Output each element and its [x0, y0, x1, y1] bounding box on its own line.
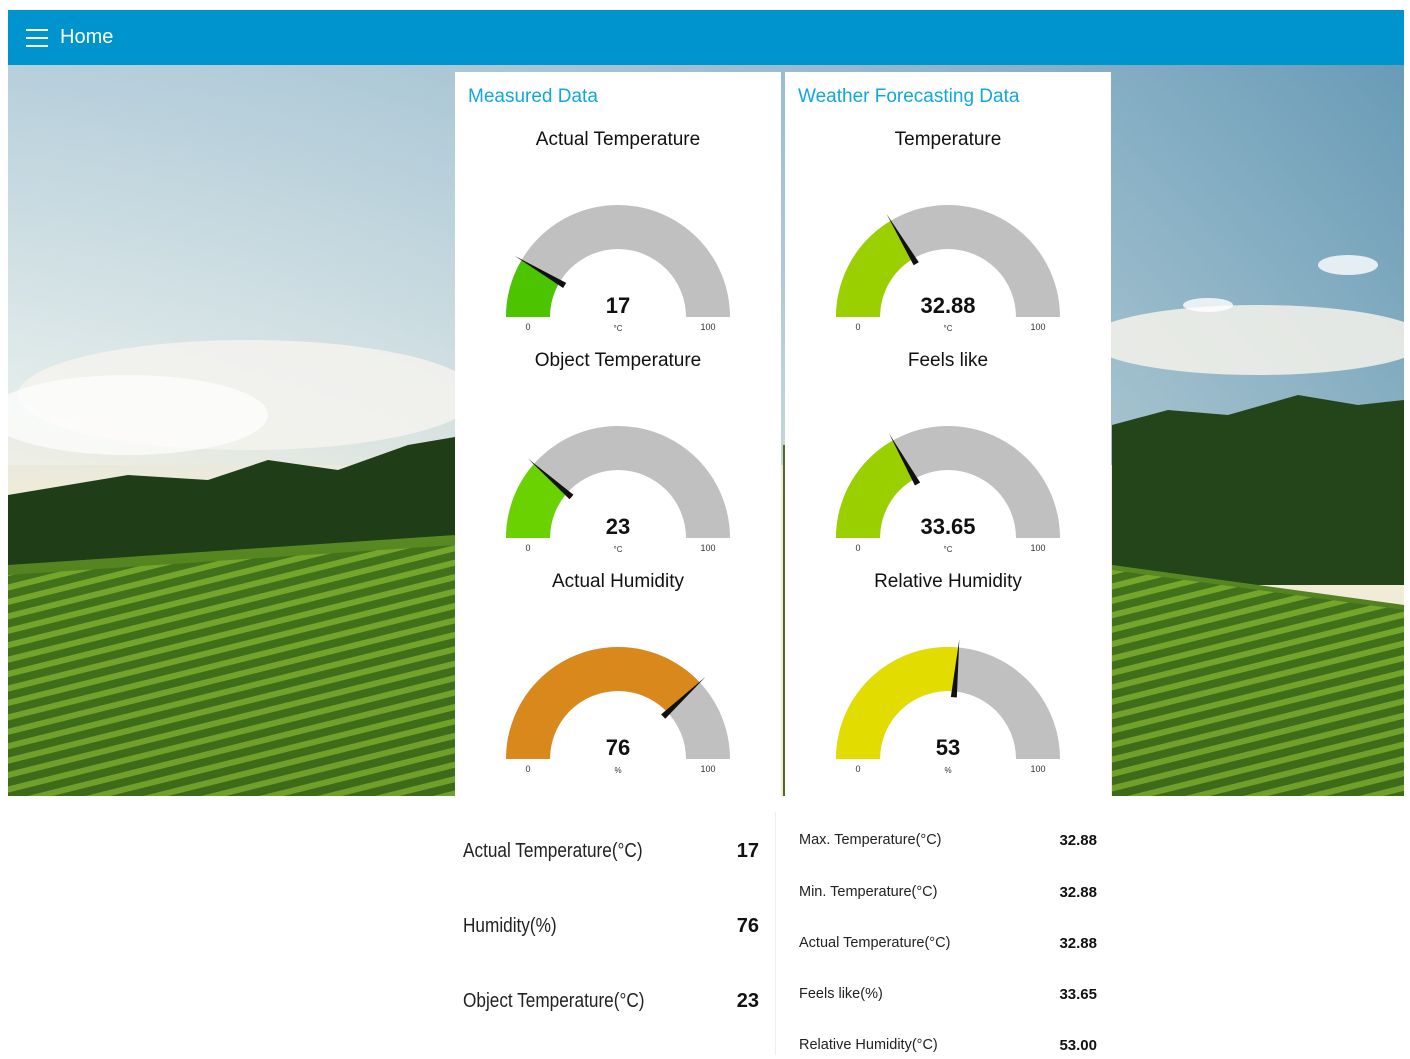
table-row: Min. Temperature(°C) 32.88: [799, 878, 1099, 906]
gauge-unit: °C: [614, 324, 623, 333]
gauge-fill: [506, 647, 700, 759]
row-value: 33.65: [1059, 985, 1097, 1003]
gauge-min-label: 0: [525, 322, 530, 332]
gauge-title: Object Temperature: [534, 350, 702, 371]
row-value: 17: [736, 839, 759, 862]
forecast-data-card: Weather Forecasting Data Temperature 32.8…: [785, 72, 1111, 796]
row-label: Feels like(%): [799, 986, 883, 1002]
gauge-actual-humidity: Actual Humidity 76% 0 100: [455, 571, 781, 775]
table-row: Actual Temperature(°C) 32.88: [799, 929, 1099, 957]
gauge-min-label: 0: [855, 322, 860, 332]
gauge-feels-like: Feels like 33.65 °C 0 100: [785, 350, 1111, 554]
gauge-value: 17: [606, 293, 630, 318]
row-label: Max. Temperature(°C): [799, 832, 942, 848]
row-value: 32.88: [1059, 831, 1097, 849]
page-title: Home: [60, 26, 114, 48]
card-title: Measured Data: [468, 86, 598, 107]
row-label: Min. Temperature(°C): [799, 884, 938, 900]
row-value: 32.88: [1059, 934, 1097, 952]
gauge-title: Actual Temperature: [535, 129, 701, 150]
gauge-max-label: 100: [700, 764, 715, 774]
gauge-title: Actual Humidity: [552, 571, 684, 592]
gauge-min-label: 0: [855, 764, 860, 774]
row-value: 76: [736, 914, 759, 937]
row-label: Object Temperature(°C): [463, 989, 645, 1012]
row-value: 53.00: [1059, 1036, 1097, 1054]
gauge-max-label: 100: [1030, 322, 1045, 332]
gauge-min-label: 0: [525, 764, 530, 774]
gauge-value: 76: [606, 735, 630, 760]
table-row: Object Temperature(°C) 23: [463, 981, 763, 1021]
row-value: 23: [736, 989, 759, 1012]
gauge-temperature: Temperature 32.88 °C 0 100: [785, 129, 1111, 333]
gauge-unit: °C: [944, 324, 953, 333]
gauge-unit: °C: [944, 545, 953, 554]
table-row: Humidity(%) 76: [463, 906, 763, 946]
gauge-value: 23: [606, 514, 630, 539]
forecast-values-table: Max. Temperature(°C) 32.88 Min. Temperat…: [785, 820, 1111, 1055]
row-label: Actual Temperature(°C): [463, 839, 643, 862]
gauge-title: Feels like: [907, 350, 989, 371]
gauge-value: 32.88: [920, 293, 975, 318]
measured-data-card: Measured Data Actual Temperature 17 °C 0 100…: [455, 72, 781, 796]
gauge-object-temperature: Object Temperature 23 °C 0 100: [455, 350, 781, 554]
gauge-title: Relative Humidity: [874, 571, 1022, 592]
row-label: Actual Temperature(°C): [799, 935, 951, 951]
measured-values-table: Actual Temperature(°C) 17 Humidity(%) 76…: [455, 812, 776, 1055]
gauge-value: 33.65: [920, 514, 975, 539]
row-value: 32.88: [1059, 883, 1097, 901]
gauge-max-label: 100: [1030, 764, 1045, 774]
gauge-unit: %: [944, 766, 951, 775]
gauge-title: Temperature: [894, 129, 1002, 150]
app-header: Home: [8, 10, 1404, 65]
gauge-relative-humidity: Relative Humidity 53% 0 100: [785, 571, 1111, 775]
gauge-max-label: 100: [700, 543, 715, 553]
card-title: Weather Forecasting Data: [798, 86, 1020, 107]
gauge-max-label: 100: [700, 322, 715, 332]
table-row: Actual Temperature(°C) 17: [463, 831, 763, 871]
gauge-actual-temperature: Actual Temperature 17 °C 0 100: [455, 129, 781, 333]
gauge-min-label: 0: [525, 543, 530, 553]
gauge-min-label: 0: [855, 543, 860, 553]
gauge-unit: %: [614, 766, 621, 775]
row-label: Humidity(%): [463, 914, 557, 937]
row-label: Relative Humidity(°C): [799, 1037, 938, 1053]
hamburger-menu-icon[interactable]: [26, 28, 48, 47]
gauge-max-label: 100: [1030, 543, 1045, 553]
table-row: Feels like(%) 33.65: [799, 980, 1099, 1008]
table-row: Max. Temperature(°C) 32.88: [799, 826, 1099, 854]
gauge-unit: °C: [614, 545, 623, 554]
gauge-value: 53: [936, 735, 960, 760]
